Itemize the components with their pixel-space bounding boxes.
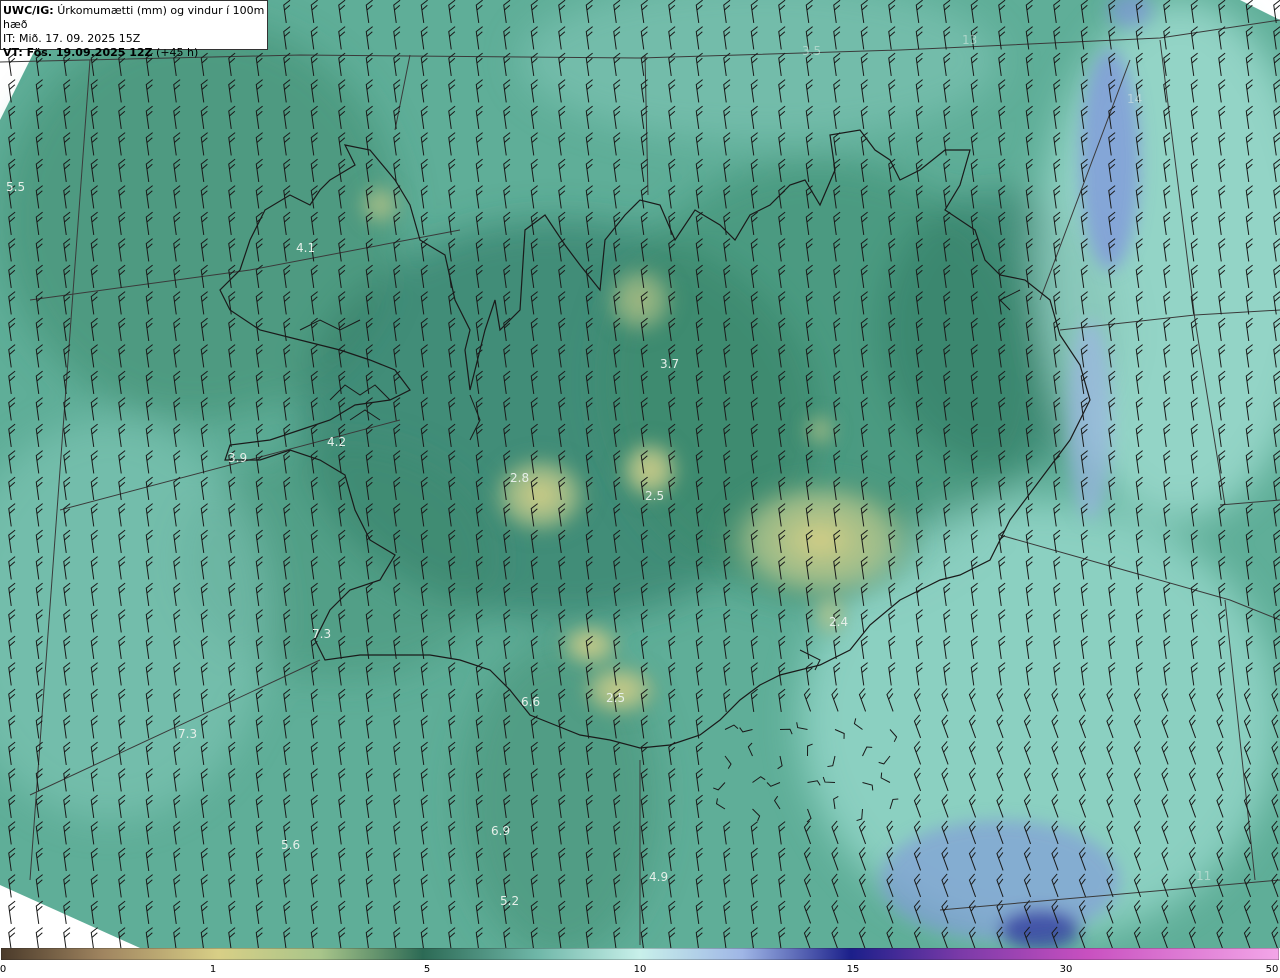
colorbar-ticks: 0 1 5 10 15 30 50 [0, 960, 1280, 978]
value-label: 5.6 [281, 838, 300, 852]
colorbar-tick-label: 10 [633, 964, 647, 975]
value-label: 4.1 [296, 241, 315, 255]
colorbar-legend: 0 1 5 10 15 30 50 [0, 948, 1280, 978]
lead-time: (+45 h) [156, 46, 199, 59]
value-label: 5.2 [500, 894, 519, 908]
value-label: 2.4 [829, 615, 848, 629]
value-label: 14 [1127, 92, 1142, 106]
value-label: 2.5 [606, 691, 625, 705]
map-info-box: UWC/IG: Úrkomumætti (mm) og vindur í 100… [0, 0, 268, 59]
value-label: 4.9 [649, 870, 668, 884]
value-label: 2.5 [645, 489, 664, 503]
title-line: UWC/IG: Úrkomumætti (mm) og vindur í 100… [3, 4, 267, 32]
value-label: 11 [1196, 869, 1211, 883]
value-label: 3.5 [802, 44, 821, 58]
colorbar-tick-label: 5 [423, 964, 431, 975]
value-label: 3.7 [660, 357, 679, 371]
precipitation-wind-map[interactable]: 5.5 4.1 3.7 4.2 3.9 2.8 2.5 2.4 2.5 6.6 … [0, 0, 1280, 948]
colorbar-tick-label: 30 [1059, 964, 1073, 975]
value-label: 7.3 [178, 727, 197, 741]
colorbar-tick-label: 50 [1265, 964, 1279, 975]
model-label: UWC/IG: [3, 4, 54, 17]
value-label: 13 [962, 33, 977, 47]
valid-time: VT: Fös. 19.09.2025 12Z [3, 46, 153, 59]
value-label: 2.8 [510, 471, 529, 485]
colorbar-tick-label: 0 [0, 964, 7, 975]
value-label: 3.9 [228, 451, 247, 465]
value-label: 6.9 [491, 824, 510, 838]
colorbar-tick-label: 1 [209, 964, 217, 975]
value-label: 7.3 [312, 627, 331, 641]
colorbar-strip [1, 948, 1279, 960]
value-label: 6.6 [521, 695, 540, 709]
colorbar-tick-label: 15 [846, 964, 860, 975]
value-label: 5.5 [6, 180, 25, 194]
value-label: 4.2 [327, 435, 346, 449]
map-canvas: 5.5 4.1 3.7 4.2 3.9 2.8 2.5 2.4 2.5 6.6 … [0, 0, 1280, 948]
valid-time-line: VT: Fös. 19.09.2025 12Z (+45 h) [3, 46, 267, 60]
issue-time: IT: Mið. 17. 09. 2025 15Z [3, 32, 141, 45]
